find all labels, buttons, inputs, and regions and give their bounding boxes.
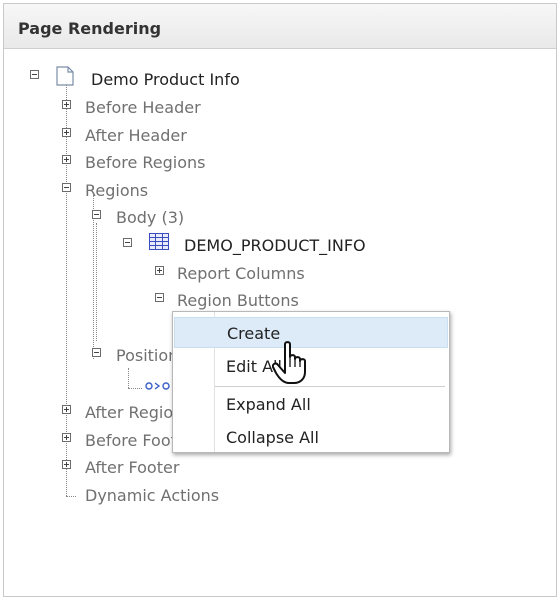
menu-item-expand-all[interactable]: Expand All	[174, 389, 448, 420]
tree-node-before-header[interactable]: Before Header	[85, 98, 201, 117]
expand-toggle-icon[interactable]	[62, 433, 71, 442]
panel-title: Page Rendering	[18, 19, 162, 38]
expand-toggle-icon[interactable]	[62, 405, 71, 414]
collapse-toggle-icon[interactable]	[123, 238, 132, 247]
tree-connector	[128, 368, 129, 388]
tree-node-root[interactable]: Demo Product Info	[91, 70, 240, 89]
tree-node-region-buttons[interactable]: Region Buttons	[177, 291, 299, 310]
collapse-toggle-icon[interactable]	[92, 210, 101, 219]
tree-node-regions[interactable]: Regions	[85, 181, 148, 200]
menu-item-collapse-all[interactable]: Collapse All	[174, 422, 448, 453]
tree-connector	[93, 195, 94, 359]
tree-node-position[interactable]: Position	[116, 346, 178, 365]
report-grid-icon	[149, 233, 169, 250]
tree-node-before-regions[interactable]: Before Regions	[85, 153, 206, 172]
collapse-toggle-icon[interactable]	[30, 70, 39, 79]
tree-node-demo-product-info[interactable]: DEMO_PRODUCT_INFO	[184, 236, 366, 255]
tree-node-body[interactable]: Body (3)	[116, 208, 184, 227]
menu-item-expand-all-label: Expand All	[226, 395, 311, 414]
tree-connector	[128, 388, 142, 389]
menu-separator	[215, 386, 445, 387]
page-icon	[56, 66, 74, 86]
expand-toggle-icon[interactable]	[62, 100, 71, 109]
tree-node-dynamic-actions[interactable]: Dynamic Actions	[85, 486, 219, 505]
tree-node-report-columns[interactable]: Report Columns	[177, 264, 305, 283]
menu-item-collapse-all-label: Collapse All	[226, 428, 319, 447]
collapse-toggle-icon[interactable]	[62, 183, 71, 192]
expand-toggle-icon[interactable]	[62, 460, 71, 469]
expand-toggle-icon[interactable]	[62, 128, 71, 137]
collapse-toggle-icon[interactable]	[92, 348, 101, 357]
panel-header: Page Rendering	[4, 4, 556, 49]
button-item-icon	[145, 382, 170, 390]
collapse-toggle-icon[interactable]	[155, 293, 164, 302]
tree-connector	[66, 496, 76, 497]
expand-toggle-icon[interactable]	[62, 155, 71, 164]
hand-cursor-icon	[272, 341, 306, 384]
tree-node-after-footer[interactable]: After Footer	[85, 458, 179, 477]
tree-node-after-header[interactable]: After Header	[85, 126, 187, 145]
page-rendering-panel: Page Rendering Demo Product Info Before …	[3, 3, 557, 597]
expand-toggle-icon[interactable]	[155, 266, 164, 275]
tree-connector	[96, 223, 97, 341]
